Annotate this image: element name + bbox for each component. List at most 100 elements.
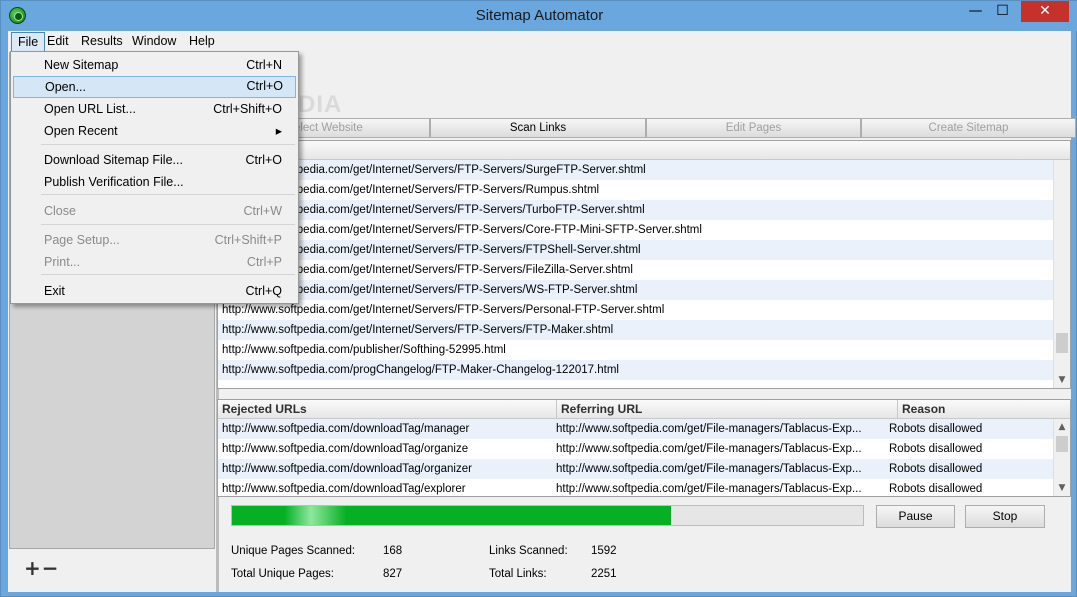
menu-item-shortcut: Ctrl+O <box>246 79 283 93</box>
stop-button[interactable]: Stop <box>965 505 1045 528</box>
maximize-button[interactable]: ☐ <box>989 1 1016 22</box>
referring-url-cell: http://www.softpedia.com/get/File-manage… <box>556 483 862 495</box>
rejected-row[interactable]: http://www.softpedia.com/downloadTag/org… <box>218 459 1053 479</box>
total-unique-pages-value: 827 <box>383 568 403 580</box>
menu-item-shortcut: Ctrl+Shift+P <box>214 233 282 247</box>
submenu-arrow-icon: ▸ <box>275 124 282 138</box>
reason-cell: Robots disallowed <box>889 463 983 475</box>
menu-item-shortcut: Ctrl+P <box>246 255 282 269</box>
reason-cell: Robots disallowed <box>889 443 983 455</box>
total-links-label: Total Links: <box>489 568 547 580</box>
referring-url-cell: http://www.softpedia.com/get/File-manage… <box>556 423 862 435</box>
url-row[interactable]: http://www.softpedia.com/progChangelog/F… <box>218 360 1053 380</box>
menu-item-label: Publish Verification File... <box>44 175 184 189</box>
rejected-row[interactable]: http://www.softpedia.com/downloadTag/exp… <box>218 479 1053 499</box>
menu-item-shortcut: Ctrl+Q <box>245 284 282 298</box>
file-menu-item[interactable]: Print... Ctrl+P <box>13 251 296 273</box>
scan-progress-bar <box>231 505 864 526</box>
url-row[interactable]: http://www.softpedia.com/get/Internet/Se… <box>218 300 1053 320</box>
scan-links-button[interactable]: Scan Links <box>430 118 646 138</box>
url-row[interactable]: http://www.softpedia.com/get/Internet/Se… <box>218 160 1053 180</box>
file-menu-item[interactable]: Page Setup... Ctrl+Shift+P <box>13 229 296 251</box>
file-menu-item[interactable]: Download Sitemap File... Ctrl+O <box>13 149 296 171</box>
url-row[interactable]: http://www.softpedia.com/get/Internet/Se… <box>218 180 1053 200</box>
unique-pages-scanned-label: Unique Pages Scanned: <box>231 545 356 557</box>
rejected-row[interactable]: http://www.softpedia.com/downloadTag/org… <box>218 439 1053 459</box>
reason-cell: Robots disallowed <box>889 483 983 495</box>
menu-bar: File Edit Results Window Help <box>8 31 1071 52</box>
total-unique-pages-label: Total Unique Pages: <box>231 568 334 580</box>
links-scanned-label: Links Scanned: <box>489 545 568 557</box>
rejected-urls-table[interactable]: Rejected URLs Referring URL Reason http:… <box>217 399 1071 497</box>
menu-item-label: Download Sitemap File... <box>44 153 183 167</box>
url-row[interactable]: http://www.softpedia.com/get/Internet/Se… <box>218 200 1053 220</box>
col-referring-url[interactable]: Referring URL <box>557 400 898 419</box>
menu-item-shortcut: Ctrl+Shift+O <box>213 102 282 116</box>
menu-item-label: New Sitemap <box>44 58 119 72</box>
file-menu-item[interactable]: Publish Verification File... <box>13 171 296 193</box>
scroll-down-icon[interactable]: ▼ <box>1054 372 1070 388</box>
rejected-url-cell: http://www.softpedia.com/downloadTag/exp… <box>222 483 466 495</box>
file-menu-item[interactable]: Exit Ctrl+Q <box>13 280 296 302</box>
col-reason[interactable]: Reason <box>898 400 1054 419</box>
url-row[interactable]: http://www.softpedia.com/get/Internet/Se… <box>218 320 1053 340</box>
scroll-up-icon[interactable]: ▲ <box>1054 419 1070 435</box>
menu-separator <box>41 274 295 275</box>
total-links-value: 2251 <box>591 568 617 580</box>
create-sitemap-button[interactable]: Create Sitemap <box>861 118 1076 138</box>
rejected-url-cell: http://www.softpedia.com/downloadTag/org… <box>222 463 472 475</box>
title-bar[interactable]: Sitemap Automator — ☐ ✕ <box>1 1 1077 31</box>
add-remove-sitemap-buttons[interactable]: +− <box>24 556 60 580</box>
menu-separator <box>41 224 295 225</box>
reason-cell: Robots disallowed <box>889 423 983 435</box>
file-menu-item[interactable]: Open Recent ▸ <box>13 120 296 142</box>
close-button[interactable]: ✕ <box>1021 1 1069 22</box>
scroll-thumb[interactable] <box>1056 333 1068 353</box>
menu-edit[interactable]: Edit <box>41 32 75 52</box>
referring-url-cell: http://www.softpedia.com/get/File-manage… <box>556 463 862 475</box>
rejected-row[interactable]: http://www.softpedia.com/downloadTag/man… <box>218 419 1053 439</box>
menu-item-label: Close <box>44 204 76 218</box>
file-menu-item[interactable]: Open... Ctrl+O <box>13 76 296 98</box>
step-toolbar: Select Website Scan Links Edit Pages Cre… <box>219 118 1076 138</box>
menu-item-shortcut: Ctrl+W <box>243 204 282 218</box>
rejected-header-row: Rejected URLs Referring URL Reason <box>218 400 1070 419</box>
minimize-button[interactable]: — <box>962 1 989 22</box>
menu-window[interactable]: Window <box>126 32 182 52</box>
menu-item-shortcut: Ctrl+N <box>246 58 282 72</box>
scroll-down-icon[interactable]: ▼ <box>1054 480 1070 496</box>
menu-item-shortcut: Ctrl+O <box>245 153 282 167</box>
menu-item-label: Page Setup... <box>44 233 120 247</box>
menu-item-label: Open... <box>45 80 86 94</box>
menu-item-label: Open Recent <box>44 124 118 138</box>
file-menu-item[interactable]: New Sitemap Ctrl+N <box>13 54 296 76</box>
file-menu-item[interactable]: Close Ctrl+W <box>13 200 296 222</box>
scan-progress-panel: Pause Stop Unique Pages Scanned: 168 Lin… <box>217 500 1071 590</box>
menu-help[interactable]: Help <box>183 32 221 52</box>
scroll-thumb[interactable] <box>1056 436 1068 452</box>
urls-found-scrollbar[interactable]: ▼ <box>1053 160 1070 388</box>
menu-item-label: Exit <box>44 284 65 298</box>
menu-item-label: Print... <box>44 255 81 269</box>
pause-button[interactable]: Pause <box>876 505 955 528</box>
unique-pages-scanned-value: 168 <box>383 545 403 557</box>
rejected-scrollbar[interactable]: ▲ ▼ <box>1053 419 1070 496</box>
menu-results[interactable]: Results <box>75 32 129 52</box>
scroll-up-icon[interactable] <box>1054 160 1070 176</box>
menu-separator <box>41 144 295 145</box>
url-row[interactable]: http://www.softpedia.com/get/Internet/Se… <box>218 240 1053 260</box>
links-scanned-value: 1592 <box>591 545 617 557</box>
app-window: Sitemap Automator — ☐ ✕ File Edit Result… <box>0 0 1077 597</box>
url-row[interactable]: http://www.softpedia.com/get/Internet/Se… <box>218 280 1053 300</box>
url-row[interactable]: http://www.softpedia.com/publisher/Softh… <box>218 340 1053 360</box>
edit-pages-button[interactable]: Edit Pages <box>646 118 861 138</box>
menu-separator <box>41 194 295 195</box>
url-row[interactable]: http://www.softpedia.com/get/Internet/Se… <box>218 220 1053 240</box>
file-menu-item[interactable]: Open URL List... Ctrl+Shift+O <box>13 98 296 120</box>
urls-found-header[interactable]: URLs Found <box>218 141 1070 160</box>
col-rejected-urls[interactable]: Rejected URLs <box>218 400 557 419</box>
url-row[interactable]: http://www.softpedia.com/get/Internet/Se… <box>218 260 1053 280</box>
progress-fill <box>232 506 671 525</box>
referring-url-cell: http://www.softpedia.com/get/File-manage… <box>556 443 862 455</box>
urls-found-list[interactable]: URLs Found http://www.softpedia.com/get/… <box>217 140 1071 389</box>
